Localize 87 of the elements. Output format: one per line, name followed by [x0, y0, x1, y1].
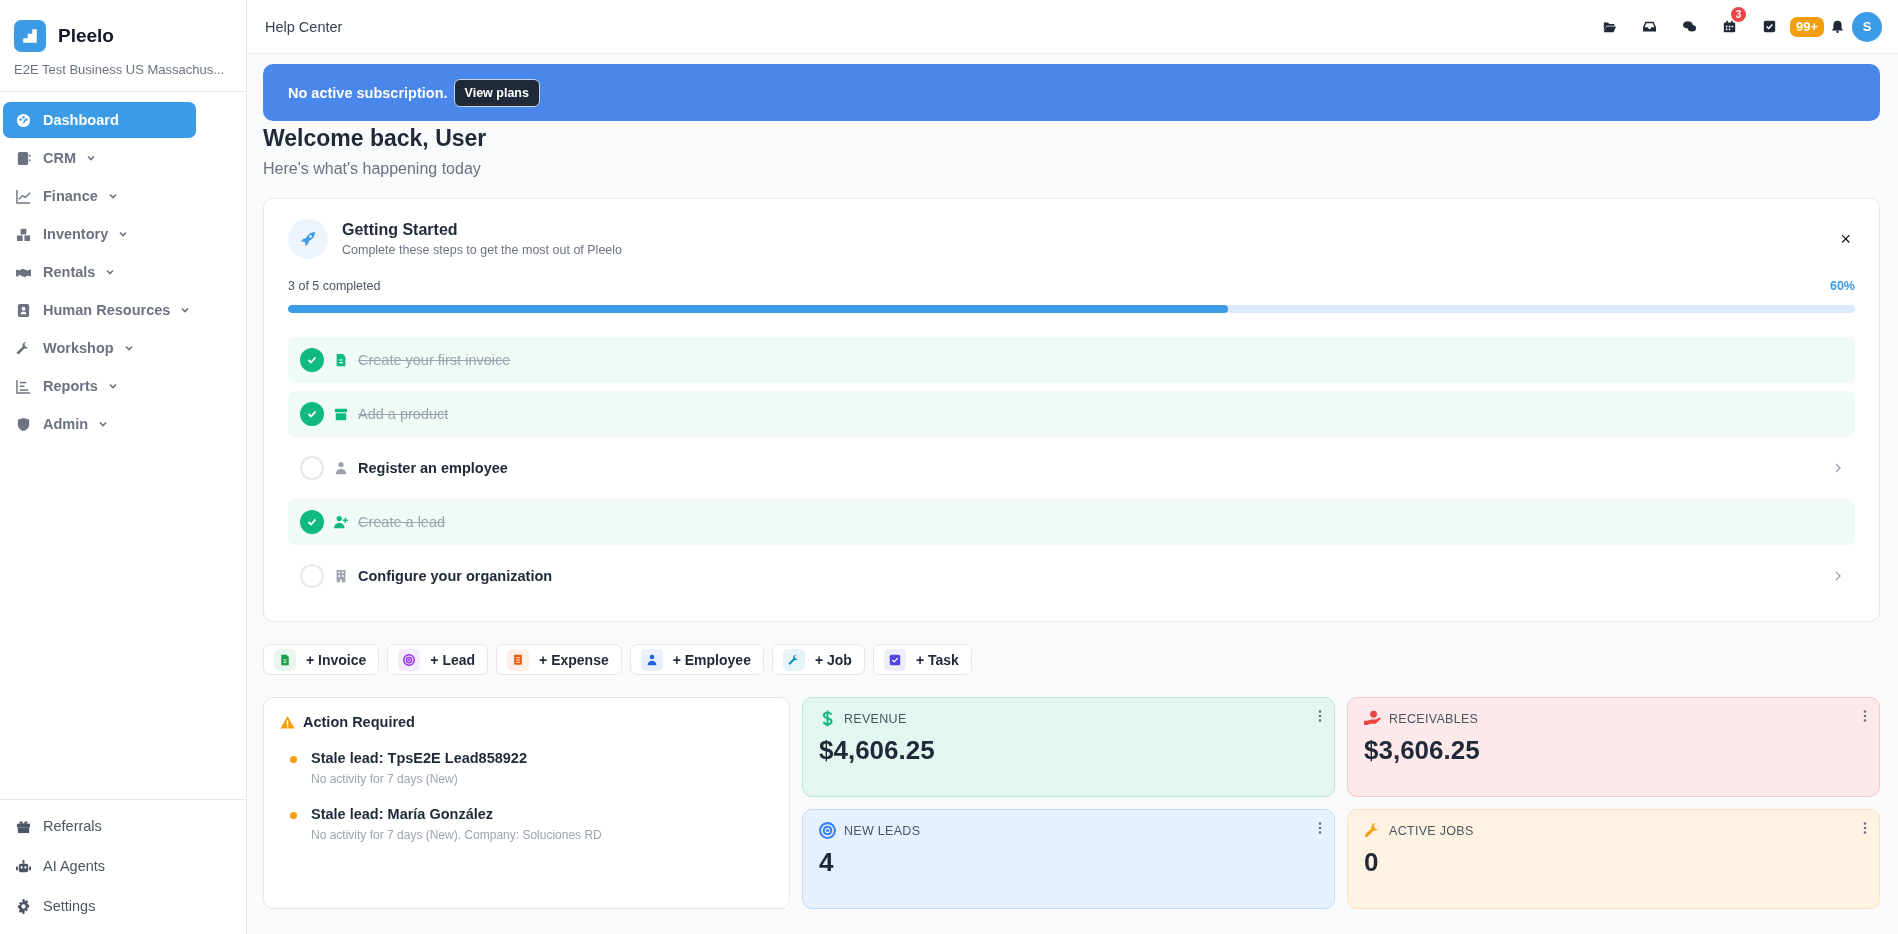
banner-message: No active subscription. [288, 84, 448, 101]
sidebar-item[interactable]: CRM [3, 140, 196, 176]
panel-title: Action Required [303, 714, 415, 730]
gauge-icon [16, 112, 31, 128]
stat-label: RECEIVABLES [1389, 711, 1479, 726]
close-button[interactable]: × [1836, 228, 1855, 250]
view-plans-button[interactable]: View plans [453, 78, 540, 107]
add-person-icon [334, 515, 348, 529]
step-label: Create your first invoice [358, 352, 511, 368]
stat-label: REVENUE [844, 711, 907, 726]
box-icon [334, 407, 348, 421]
sidebar-item[interactable]: Workshop [3, 330, 196, 366]
stat-value: 4 [819, 847, 835, 878]
robot-icon [16, 858, 31, 874]
sidebar-item[interactable]: Referrals [3, 808, 243, 844]
card-subtitle: Complete these steps to get the most out of Pleelo [342, 243, 623, 257]
check-icon [306, 354, 318, 366]
settings-icon [16, 898, 31, 914]
check-icon [306, 516, 318, 528]
building-icon [334, 569, 348, 583]
notification-badge: 99+ [1789, 16, 1824, 37]
more-options-icon[interactable] [1318, 822, 1322, 834]
step-label: Add a product [358, 406, 449, 422]
chevron-right-icon [1833, 462, 1843, 474]
folder-icon [1603, 20, 1617, 33]
stat-value: 0 [1364, 847, 1380, 878]
chat-icon [1683, 20, 1697, 33]
quick-action-button[interactable]: + Expense [496, 644, 622, 675]
document-icon [334, 353, 348, 367]
checklist-step[interactable]: Configure your organization [288, 553, 1855, 599]
more-options-icon[interactable] [1863, 710, 1867, 722]
warning-icon [280, 714, 295, 730]
more-options-icon[interactable] [1863, 822, 1867, 834]
quick-action-button[interactable]: + Job [771, 644, 865, 675]
checklist-step[interactable]: Register an employee [288, 445, 1855, 491]
step-label: Register an employee [358, 460, 508, 476]
calendar-icon [1723, 20, 1737, 33]
welcome-subtitle: Here's what's happening today [263, 160, 482, 178]
boxes-icon [16, 226, 31, 242]
page-title: Help Center [265, 18, 344, 35]
alert-title[interactable]: Stale lead: TpsE2E Lead858922 [311, 750, 527, 766]
sidebar-item[interactable]: Finance [3, 178, 196, 214]
status-dot [290, 812, 297, 819]
stat-value: $4,606.25 [819, 735, 936, 766]
checkbox-icon [1763, 20, 1777, 33]
sidebar-item[interactable]: Settings [3, 888, 243, 924]
quick-action-button[interactable]: + Task [872, 644, 972, 675]
check-icon [306, 408, 318, 420]
card-title: Getting Started [342, 221, 459, 239]
contact-card-icon [16, 150, 31, 166]
sidebar-item[interactable]: Reports [3, 368, 196, 404]
sidebar-item[interactable]: Admin [3, 406, 196, 442]
line-chart-icon [16, 188, 31, 204]
brand-name: Pleelo [58, 25, 114, 47]
quick-action-button[interactable]: + Lead [387, 644, 489, 675]
quick-action-button[interactable]: + Employee [629, 644, 764, 675]
alert-title[interactable]: Stale lead: María González [311, 806, 602, 822]
shield-icon [16, 416, 31, 432]
stat-value: $3,606.25 [1364, 735, 1481, 766]
inbox-icon [1643, 20, 1657, 33]
wrench-icon [16, 340, 31, 356]
stat-label: NEW LEADS [844, 823, 921, 838]
rocket-icon [288, 219, 328, 259]
more-options-icon[interactable] [1318, 710, 1322, 722]
alert-detail: No activity for 7 days (New) [311, 772, 459, 786]
chevron-right-icon [1833, 570, 1843, 582]
quick-action-button[interactable]: + Invoice [263, 644, 380, 675]
sidebar-item[interactable]: AI Agents [3, 848, 243, 884]
id-badge-icon [16, 302, 31, 318]
business-name: E2E Test Business US Massachus... [14, 62, 226, 77]
step-label: Create a lead [358, 514, 446, 530]
welcome-title: Welcome back, User [263, 125, 488, 152]
status-dot [290, 756, 297, 763]
alert-detail: No activity for 7 days (New). Company: Soluciones RD [311, 828, 602, 842]
bell-icon [1830, 20, 1844, 33]
step-label: Configure your organization [358, 568, 553, 584]
stat-label: ACTIVE JOBS [1389, 823, 1474, 838]
bar-list-icon [16, 378, 31, 394]
gift-icon [16, 818, 31, 834]
person-icon [334, 461, 348, 475]
sidebar-item[interactable]: Human Resources [3, 292, 204, 328]
sidebar-item[interactable]: Rentals [3, 254, 196, 290]
sidebar-item[interactable]: Inventory [3, 216, 196, 252]
notification-badge: 3 [1730, 6, 1746, 22]
progress-percent: 60% [1829, 279, 1855, 293]
progress-text: 3 of 5 completed [288, 279, 381, 293]
app-logo [14, 20, 46, 52]
